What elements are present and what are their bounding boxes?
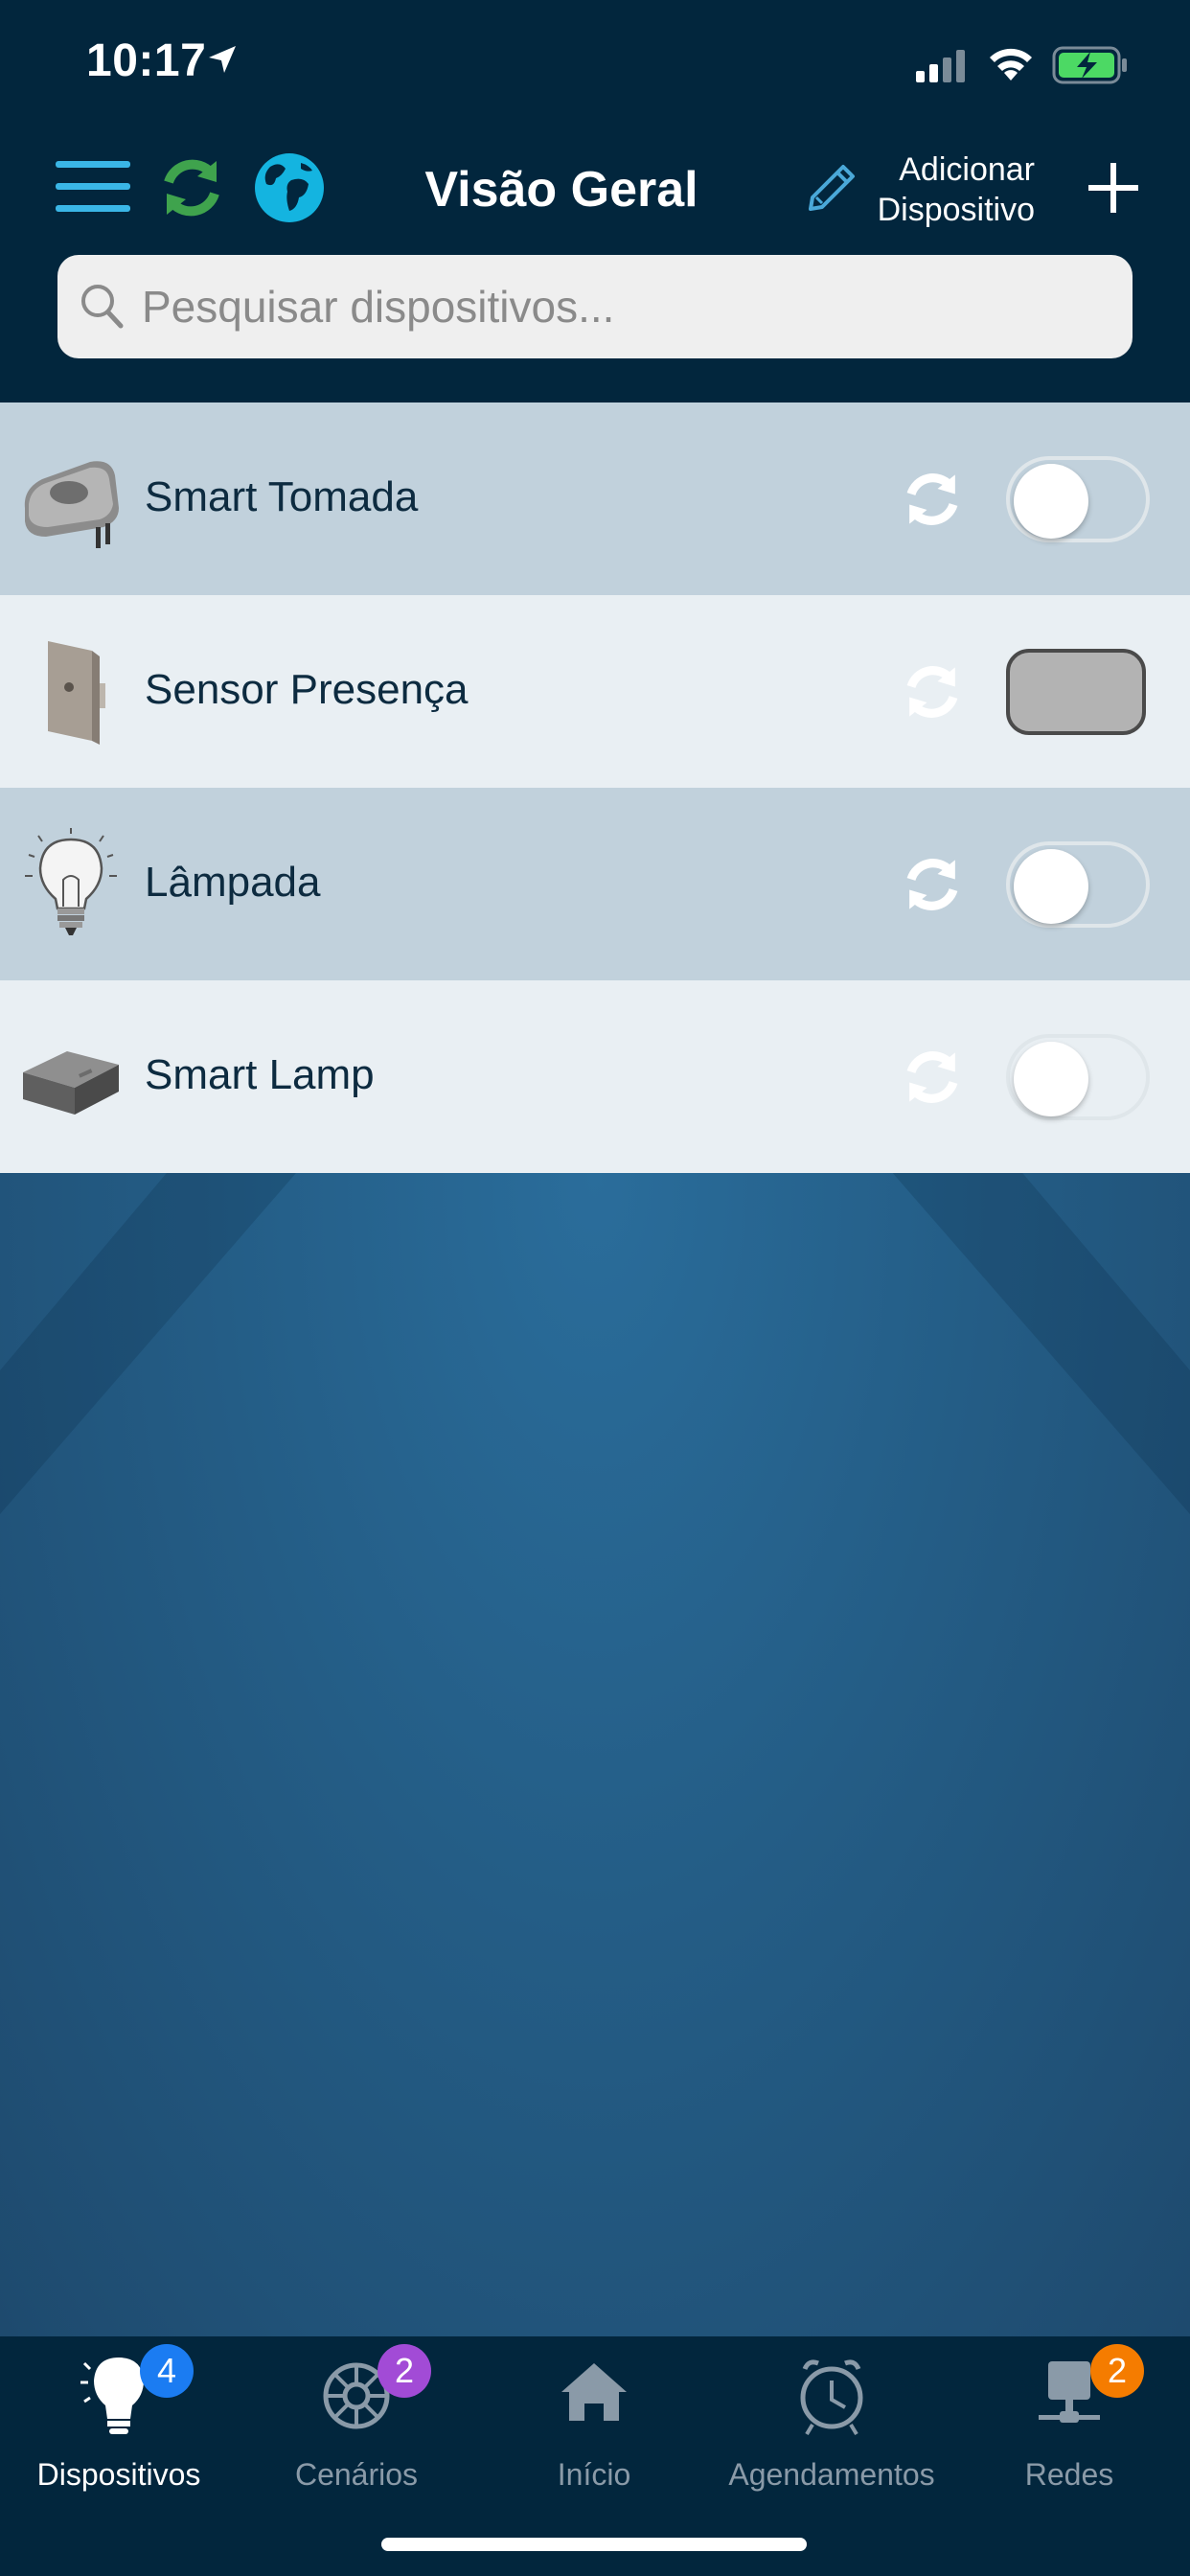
smart-hub-box-device-icon xyxy=(23,1051,119,1115)
device-name: Lâmpada xyxy=(145,859,321,906)
add-device-label-line1: Adicionar xyxy=(899,151,1035,188)
search-bar[interactable] xyxy=(57,255,1133,358)
toggle-knob xyxy=(1014,849,1088,924)
tab-cenarios[interactable]: 2 Cenários xyxy=(238,2336,475,2509)
page-title: Visão Geral xyxy=(424,162,698,218)
pencil-edit-icon[interactable] xyxy=(807,163,857,213)
tab-label: Dispositivos xyxy=(36,2457,201,2492)
home-icon xyxy=(561,2363,627,2421)
scenes-icon xyxy=(323,2362,390,2429)
badge-count: 2 xyxy=(378,2344,431,2398)
tab-agendamentos[interactable]: Agendamentos xyxy=(713,2336,950,2509)
tab-redes[interactable]: 2 Redes xyxy=(950,2336,1188,2509)
device-row[interactable]: Lâmpada xyxy=(0,788,1190,980)
device-toggle[interactable] xyxy=(1006,456,1150,542)
device-refresh-icon[interactable] xyxy=(901,660,964,724)
plus-icon xyxy=(1088,163,1138,213)
badge-count: 2 xyxy=(1090,2344,1144,2398)
tab-label: Início xyxy=(557,2457,631,2492)
header: 10:17 Visão Geral Adicionar Dispositivo … xyxy=(0,0,1190,402)
device-list-area: Smart Tomada Sensor Presença Lâmpada Sma… xyxy=(0,402,1190,2336)
refresh-icon[interactable] xyxy=(159,153,224,222)
cell-signal-icon xyxy=(916,50,965,82)
light-bulb-device-icon xyxy=(25,828,117,935)
wifi-icon xyxy=(990,48,1032,80)
tab-label: Redes xyxy=(1024,2457,1114,2492)
network-icon xyxy=(1039,2361,1100,2423)
tab-inicio[interactable]: Início xyxy=(475,2336,713,2509)
add-device-label-line2: Dispositivo xyxy=(877,192,1035,228)
device-name: Smart Lamp xyxy=(145,1051,375,1098)
home-indicator[interactable] xyxy=(381,2538,807,2551)
device-row[interactable]: Sensor Presença xyxy=(0,595,1190,788)
globe-icon[interactable] xyxy=(253,151,326,224)
device-name: Sensor Presença xyxy=(145,666,469,713)
alarm-clock-icon xyxy=(800,2359,863,2436)
device-row[interactable]: Smart Lamp xyxy=(0,980,1190,1173)
badge-count: 4 xyxy=(140,2344,194,2398)
toggle-knob xyxy=(1014,1042,1088,1116)
toggle-knob xyxy=(1014,464,1088,539)
presence-sensor-device-icon xyxy=(48,641,105,745)
search-input[interactable] xyxy=(142,255,1110,358)
battery-charging-icon xyxy=(1052,46,1127,84)
smart-plug-device-icon xyxy=(24,461,119,548)
status-time: 10:17 xyxy=(86,35,207,86)
device-refresh-icon[interactable] xyxy=(901,1046,964,1109)
search-icon xyxy=(81,285,124,329)
app-screen: 10:17 Visão Geral Adicionar Dispositivo … xyxy=(0,0,1190,2576)
device-toggle-disabled[interactable] xyxy=(1006,649,1146,735)
device-toggle[interactable] xyxy=(1006,1034,1150,1120)
add-device-button[interactable]: Adicionar Dispositivo xyxy=(877,151,1140,228)
device-name: Smart Tomada xyxy=(145,473,419,520)
device-toggle[interactable] xyxy=(1006,841,1150,928)
device-refresh-icon[interactable] xyxy=(901,468,964,531)
device-refresh-icon[interactable] xyxy=(901,853,964,916)
bulb-icon xyxy=(80,2358,144,2434)
tab-label: Agendamentos xyxy=(728,2457,935,2492)
menu-icon[interactable] xyxy=(56,157,130,217)
tab-dispositivos[interactable]: 4 Dispositivos xyxy=(0,2336,238,2509)
location-arrow-icon xyxy=(209,46,236,73)
tab-label: Cenários xyxy=(294,2457,419,2492)
device-row[interactable]: Smart Tomada xyxy=(0,402,1190,595)
